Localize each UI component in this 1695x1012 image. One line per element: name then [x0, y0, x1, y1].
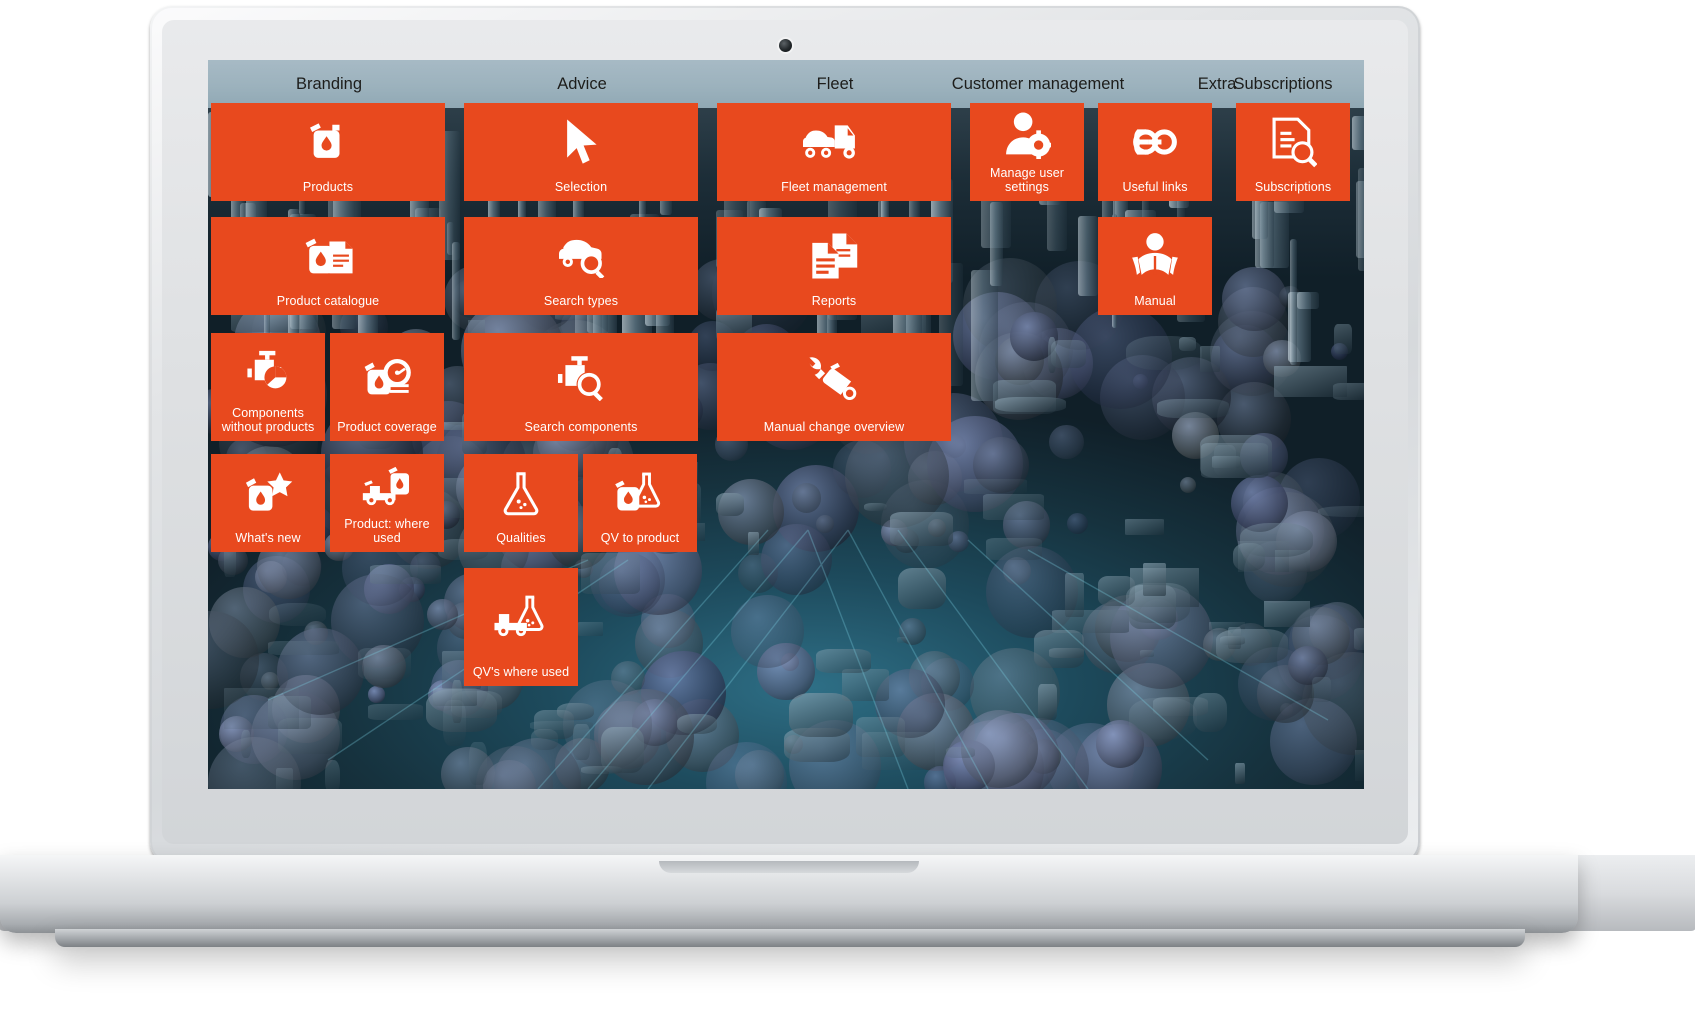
truck-car-icon: [717, 103, 951, 180]
tile-label: Products: [302, 180, 354, 194]
engine-search-icon: [464, 333, 698, 420]
person-reading-icon: [1098, 217, 1212, 294]
engine-pie-icon: [211, 333, 325, 406]
tile-label: Subscriptions: [1254, 180, 1332, 194]
tile-manual[interactable]: Manual: [1098, 217, 1212, 315]
jerrycan-drop-icon: [211, 103, 445, 180]
car-search-icon: [464, 217, 698, 294]
document-search-icon: [1236, 103, 1350, 180]
tile-manual-change-overview[interactable]: Manual change overview: [717, 333, 951, 441]
tile-qualities[interactable]: Qualities: [464, 454, 578, 552]
tile-label: Qualities: [496, 531, 546, 545]
laptop-base-foot: [55, 929, 1525, 947]
tile-label: QV to product: [600, 531, 680, 545]
tile-label: Product coverage: [337, 420, 437, 434]
tile-label: Manage user settings: [989, 166, 1065, 194]
column-title-advice: Advice: [557, 75, 607, 93]
tile-search-components[interactable]: Search components: [464, 333, 698, 441]
tile-search-types[interactable]: Search types: [464, 217, 698, 315]
webcam-icon: [779, 39, 792, 52]
column-title-branding: Branding: [295, 75, 363, 93]
flask-icon: [464, 454, 578, 531]
column-title-subscriptions: Subscriptions: [1233, 75, 1333, 93]
tile-whats-new[interactable]: What's new: [211, 454, 325, 552]
tile-label: Search components: [524, 420, 638, 434]
screenshot-stage: Branding Advice Fleet Customer management Ex…: [0, 0, 1695, 1012]
laptop-base: [0, 855, 1578, 933]
link-icon: [1098, 103, 1212, 180]
tile-label: Product: where used: [344, 517, 430, 545]
tile-label: Product catalogue: [276, 294, 380, 308]
tile-useful-links[interactable]: Useful links: [1098, 103, 1212, 201]
jerrycan-document-icon: [211, 217, 445, 294]
truck-jerrycan-icon: [330, 454, 444, 517]
jerrycan-flask-icon: [583, 454, 697, 531]
tile-label: Components without products: [221, 406, 315, 434]
tile-label: Selection: [554, 180, 608, 194]
tile-label: QV's where used: [472, 665, 570, 679]
tile-reports[interactable]: Reports: [717, 217, 951, 315]
jerrycan-gauge-icon: [330, 333, 444, 420]
user-gear-icon: [970, 103, 1084, 166]
tile-label: Search types: [543, 294, 619, 308]
tile-label: Manual: [1134, 294, 1176, 308]
documents-icon: [717, 217, 951, 294]
tile-qv-to-product[interactable]: QV to product: [583, 454, 697, 552]
tile-qvs-where-used[interactable]: QV's where used: [464, 568, 578, 686]
tile-label: Useful links: [1122, 180, 1188, 194]
tile-products[interactable]: Products: [211, 103, 445, 201]
tile-product-catalogue[interactable]: Product catalogue: [211, 217, 445, 315]
tile-label: Reports: [811, 294, 857, 308]
cursor-arrow-icon: [464, 103, 698, 180]
tile-product-coverage[interactable]: Product coverage: [330, 333, 444, 441]
tile-fleet-management[interactable]: Fleet management: [717, 103, 951, 201]
tile-subscriptions[interactable]: Subscriptions: [1236, 103, 1350, 201]
jerrycan-star-icon: [211, 454, 325, 531]
truck-flask-icon: [464, 568, 578, 665]
tile-manage-user-settings[interactable]: Manage user settings: [970, 103, 1084, 201]
tile-components-without-products[interactable]: Components without products: [211, 333, 325, 441]
tile-label: Manual change overview: [763, 420, 905, 434]
wrench-jerrycan-icon: [717, 333, 951, 420]
tile-product-where-used[interactable]: Product: where used: [330, 454, 444, 552]
tile-label: What's new: [235, 531, 301, 545]
tile-selection[interactable]: Selection: [464, 103, 698, 201]
tile-label: Fleet management: [781, 180, 887, 194]
application-screen: Branding Advice Fleet Customer management Ex…: [208, 60, 1364, 789]
